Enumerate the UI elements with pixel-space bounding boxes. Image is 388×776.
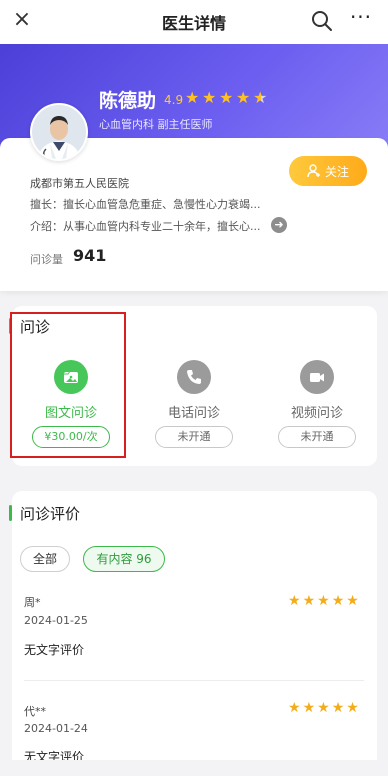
bottom-bar xyxy=(0,760,388,776)
review-user: 代** xyxy=(24,705,46,718)
star-icon: ★ xyxy=(346,593,359,609)
star-icon: ★ xyxy=(219,88,234,107)
top-nav-bar: × 医生详情 ··· xyxy=(0,0,388,44)
star-icon: ★ xyxy=(331,593,345,609)
doctor-rating: 4.9 xyxy=(164,93,184,107)
page-title: 医生详情 xyxy=(161,14,226,33)
star-icon: ★ xyxy=(288,593,301,609)
star-icon: ★ xyxy=(302,593,316,609)
review-stars: ★ ★ ★ ★ ★ xyxy=(288,701,359,715)
star-icon: ★ xyxy=(236,88,251,107)
consultation-section-title: 问诊 xyxy=(20,318,51,336)
section-accent-bar xyxy=(9,318,12,334)
consult-count-label: 问诊量 xyxy=(30,253,63,266)
more-icon[interactable]: ··· xyxy=(346,7,376,33)
specialty-text: 擅长：擅长心血管急危重症、急慢性心力衰竭... xyxy=(30,198,261,211)
intro-text[interactable]: 介绍：从事心血管内科专业二十余年，擅长心... xyxy=(30,218,266,234)
star-icon: ★ xyxy=(185,88,200,107)
image-chat-icon xyxy=(54,360,88,394)
star-icon: ★ xyxy=(202,88,217,107)
star-icon: ★ xyxy=(302,700,316,716)
phone-icon xyxy=(177,360,211,394)
filter-with-content[interactable]: 有内容 96 xyxy=(83,546,165,572)
follow-button[interactable]: 关注 xyxy=(289,156,367,186)
search-icon[interactable] xyxy=(310,9,334,33)
filter-all[interactable]: 全部 xyxy=(20,546,70,572)
service-status: 未开通 xyxy=(278,426,356,448)
service-name: 视频问诊 xyxy=(290,406,343,421)
video-icon xyxy=(300,360,334,394)
star-icon: ★ xyxy=(346,700,359,716)
star-icon: ★ xyxy=(317,593,330,609)
review-user: 周* xyxy=(24,596,41,609)
review-text: 无文字评价 xyxy=(24,643,85,657)
divider xyxy=(24,680,364,681)
half-star-icon: ★ xyxy=(253,88,268,107)
review-date: 2024-01-24 xyxy=(24,722,88,735)
service-name: 图文问诊 xyxy=(44,406,97,421)
reviews-section-title: 问诊评价 xyxy=(20,505,81,523)
service-phone[interactable]: 电话问诊 未开通 xyxy=(144,360,244,448)
close-icon[interactable]: × xyxy=(10,8,34,32)
star-icon: ★ xyxy=(317,700,330,716)
star-icon: ★ xyxy=(288,700,301,716)
doctor-name: 陈德助 xyxy=(99,90,157,112)
service-status: 未开通 xyxy=(155,426,233,448)
service-price[interactable]: ¥30.00/次 xyxy=(32,426,110,448)
rating-stars: ★ ★ ★ ★ ★ xyxy=(185,90,269,106)
follow-label: 关注 xyxy=(324,164,349,179)
hospital-name: 成都市第五人民医院 xyxy=(30,177,129,190)
service-name: 电话问诊 xyxy=(167,406,220,421)
review-stars: ★ ★ ★ ★ ★ xyxy=(288,594,359,608)
chevron-right-icon[interactable]: ➜ xyxy=(271,217,287,233)
add-user-icon xyxy=(307,164,320,178)
doctor-avatar xyxy=(30,103,88,161)
section-accent-bar xyxy=(9,505,12,521)
review-date: 2024-01-25 xyxy=(24,614,88,627)
service-image-text[interactable]: 图文问诊 ¥30.00/次 xyxy=(21,360,121,448)
star-icon: ★ xyxy=(331,700,345,716)
doctor-department: 心血管内科 副主任医师 xyxy=(99,118,213,131)
consult-count-value: 941 xyxy=(73,246,107,265)
service-video[interactable]: 视频问诊 未开通 xyxy=(267,360,367,448)
